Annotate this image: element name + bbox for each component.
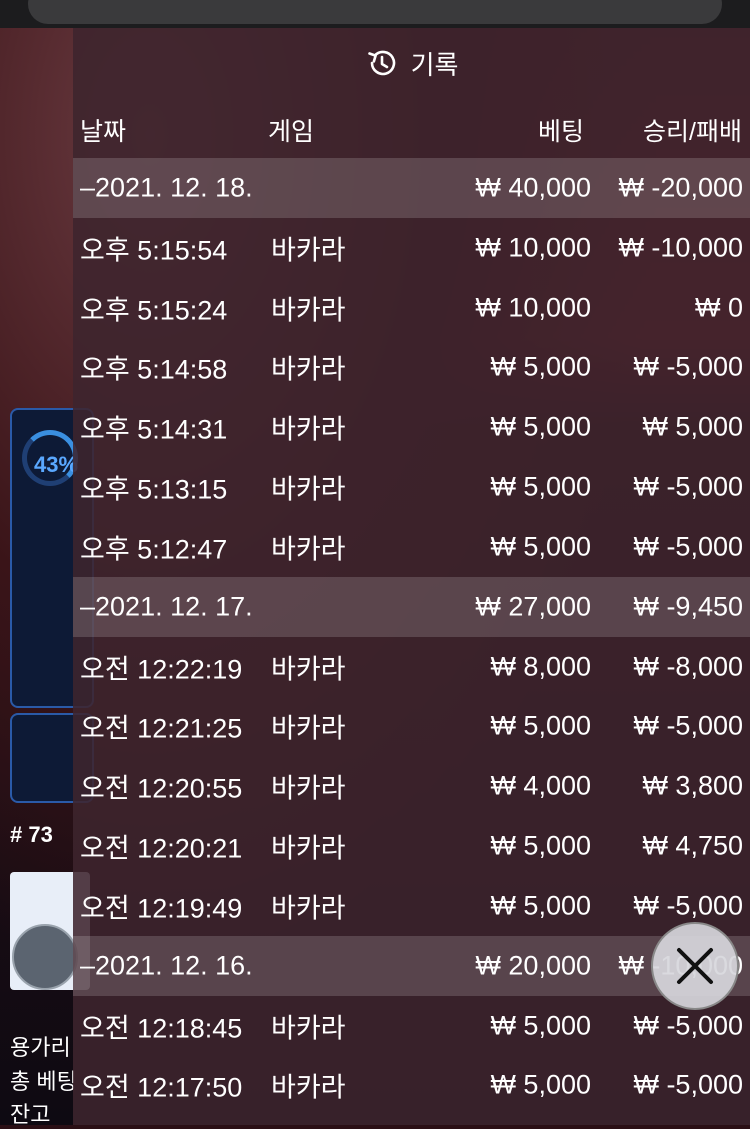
row-game: 바카라 — [271, 893, 346, 924]
history-row[interactable]: 오전 12:22:19 바카라 ₩ 8,000 ₩ -8,000 — [73, 637, 750, 697]
row-time: 오전 12:17:50 — [80, 1072, 243, 1103]
history-row[interactable]: 오전 12:20:55 바카라 ₩ 4,000 ₩ 3,800 — [73, 756, 750, 816]
column-headers: 날짜 게임 베팅 승리/패배 — [73, 98, 750, 158]
history-row[interactable]: 오후 5:12:47 바카라 ₩ 5,000 ₩ -5,000 — [73, 517, 750, 577]
row-game: 바카라 — [271, 1013, 346, 1044]
row-bet: ₩ 10,000 — [475, 292, 591, 323]
background-text-line: 잔고 — [10, 1102, 51, 1127]
row-bet: ₩ 5,000 — [490, 890, 591, 921]
history-list[interactable]: –2021. 12. 18. ₩ 40,000 ₩ -20,000 오후 5:15:5… — [73, 158, 750, 1115]
history-row[interactable]: 오전 12:18:45 바카라 ₩ 5,000 ₩ -5,000 — [73, 996, 750, 1056]
history-row[interactable]: 오전 12:17:50 바카라 ₩ 5,000 ₩ -5,000 — [73, 1056, 750, 1116]
row-bet: ₩ 10,000 — [475, 232, 591, 263]
row-result: ₩ -5,000 — [633, 1069, 743, 1100]
row-game: 바카라 — [271, 295, 346, 326]
round-number: # 73 — [10, 822, 53, 847]
history-row[interactable]: 오후 5:14:31 바카라 ₩ 5,000 ₩ 5,000 — [73, 397, 750, 457]
row-time: 오후 5:13:15 — [80, 474, 228, 505]
row-bet: ₩ 5,000 — [490, 1010, 591, 1041]
row-game: 바카라 — [271, 833, 346, 864]
column-header-result: 승리/패배 — [643, 118, 742, 146]
column-header-date: 날짜 — [80, 118, 127, 146]
row-result: ₩ -5,000 — [633, 890, 743, 921]
row-result: ₩ -5,000 — [633, 1010, 743, 1041]
row-game: 바카라 — [271, 534, 346, 565]
history-row[interactable]: 오후 5:15:54 바카라 ₩ 10,000 ₩ -10,000 — [73, 218, 750, 278]
row-time: 오전 12:19:49 — [80, 893, 243, 924]
row-time: 오후 5:14:31 — [80, 414, 228, 445]
row-result: ₩ 0 — [694, 292, 743, 323]
group-date: –2021. 12. 16. — [80, 950, 253, 981]
row-result: ₩ 3,800 — [642, 770, 743, 801]
panel-title: 기록 — [410, 49, 459, 80]
group-bet-total: ₩ 27,000 — [475, 591, 591, 622]
history-row[interactable]: 오후 5:13:15 바카라 ₩ 5,000 ₩ -5,000 — [73, 457, 750, 517]
history-row[interactable]: 오전 12:19:49 바카라 ₩ 5,000 ₩ -5,000 — [73, 876, 750, 936]
row-bet: ₩ 5,000 — [490, 830, 591, 861]
row-game: 바카라 — [271, 773, 346, 804]
row-time: 오후 5:14:58 — [80, 354, 228, 385]
date-group-row[interactable]: –2021. 12. 17. ₩ 27,000 ₩ -9,450 — [73, 576, 750, 637]
history-icon — [365, 46, 399, 80]
row-bet: ₩ 5,000 — [490, 1069, 591, 1100]
background-text-line: 총 베팅 — [10, 1069, 77, 1094]
group-result-total: ₩ -20,000 — [618, 172, 743, 203]
group-result-total: ₩ -9,450 — [633, 591, 743, 622]
background-text-line: 용가리 — [10, 1035, 71, 1060]
row-game: 바카라 — [271, 654, 346, 685]
progress-percentage: 43% — [34, 452, 79, 477]
date-group-row[interactable]: –2021. 12. 18. ₩ 40,000 ₩ -20,000 — [73, 158, 750, 218]
row-game: 바카라 — [271, 354, 346, 385]
row-result: ₩ -8,000 — [633, 651, 743, 682]
row-bet: ₩ 5,000 — [490, 710, 591, 741]
row-result: ₩ -5,000 — [633, 351, 743, 382]
row-time: 오후 5:15:54 — [80, 235, 228, 266]
row-result: ₩ -5,000 — [633, 531, 743, 562]
avatar — [12, 924, 78, 990]
group-bet-total: ₩ 40,000 — [475, 172, 591, 203]
row-game: 바카라 — [271, 414, 346, 445]
group-date: –2021. 12. 17. — [80, 591, 253, 622]
row-time: 오전 12:21:25 — [80, 713, 243, 744]
close-icon — [677, 948, 713, 984]
date-group-row[interactable]: –2021. 12. 16.₩ 20,000₩ -10,000 — [73, 935, 750, 996]
row-result: ₩ -5,000 — [633, 710, 743, 741]
group-date: –2021. 12. 18. — [80, 172, 253, 203]
group-bet-total: ₩ 20,000 — [475, 950, 591, 981]
column-header-bet: 베팅 — [537, 118, 584, 146]
row-game: 바카라 — [271, 474, 346, 505]
address-bar[interactable] — [28, 0, 722, 24]
row-time: 오전 12:20:55 — [80, 773, 243, 804]
row-result: ₩ -10,000 — [618, 232, 743, 263]
browser-toolbar — [0, 0, 750, 28]
column-header-game: 게임 — [268, 118, 315, 146]
history-row[interactable]: 오전 12:20:21 바카라 ₩ 5,000 ₩ 4,750 — [73, 816, 750, 876]
history-panel: 기록 날짜 게임 베팅 승리/패배 –2021. 12. 18. ₩ 40,000… — [73, 28, 750, 1125]
row-time: 오전 12:18:45 — [80, 1013, 243, 1044]
panel-header: 기록 — [73, 28, 750, 98]
history-row[interactable]: 오전 12:21:25 바카라 ₩ 5,000 ₩ -5,000 — [73, 697, 750, 757]
row-result: ₩ -5,000 — [633, 471, 743, 502]
row-game: 바카라 — [271, 713, 346, 744]
row-bet: ₩ 8,000 — [490, 651, 591, 682]
row-game: 바카라 — [271, 235, 346, 266]
row-bet: ₩ 5,000 — [490, 351, 591, 382]
row-bet: ₩ 5,000 — [490, 471, 591, 502]
row-time: 오전 12:20:21 — [80, 833, 243, 864]
row-result: ₩ 5,000 — [642, 411, 743, 442]
close-button[interactable] — [651, 922, 739, 1010]
history-row[interactable]: 오후 5:14:58 바카라 ₩ 5,000 ₩ -5,000 — [73, 338, 750, 398]
row-time: 오후 5:12:47 — [80, 534, 228, 565]
row-bet: ₩ 5,000 — [490, 411, 591, 442]
row-time: 오후 5:15:24 — [80, 295, 228, 326]
row-game: 바카라 — [271, 1072, 346, 1103]
history-row[interactable]: 오후 5:15:24 바카라 ₩ 10,000 ₩ 0 — [73, 278, 750, 338]
row-bet: ₩ 4,000 — [490, 770, 591, 801]
row-result: ₩ 4,750 — [642, 830, 743, 861]
row-bet: ₩ 5,000 — [490, 531, 591, 562]
row-time: 오전 12:22:19 — [80, 654, 243, 685]
